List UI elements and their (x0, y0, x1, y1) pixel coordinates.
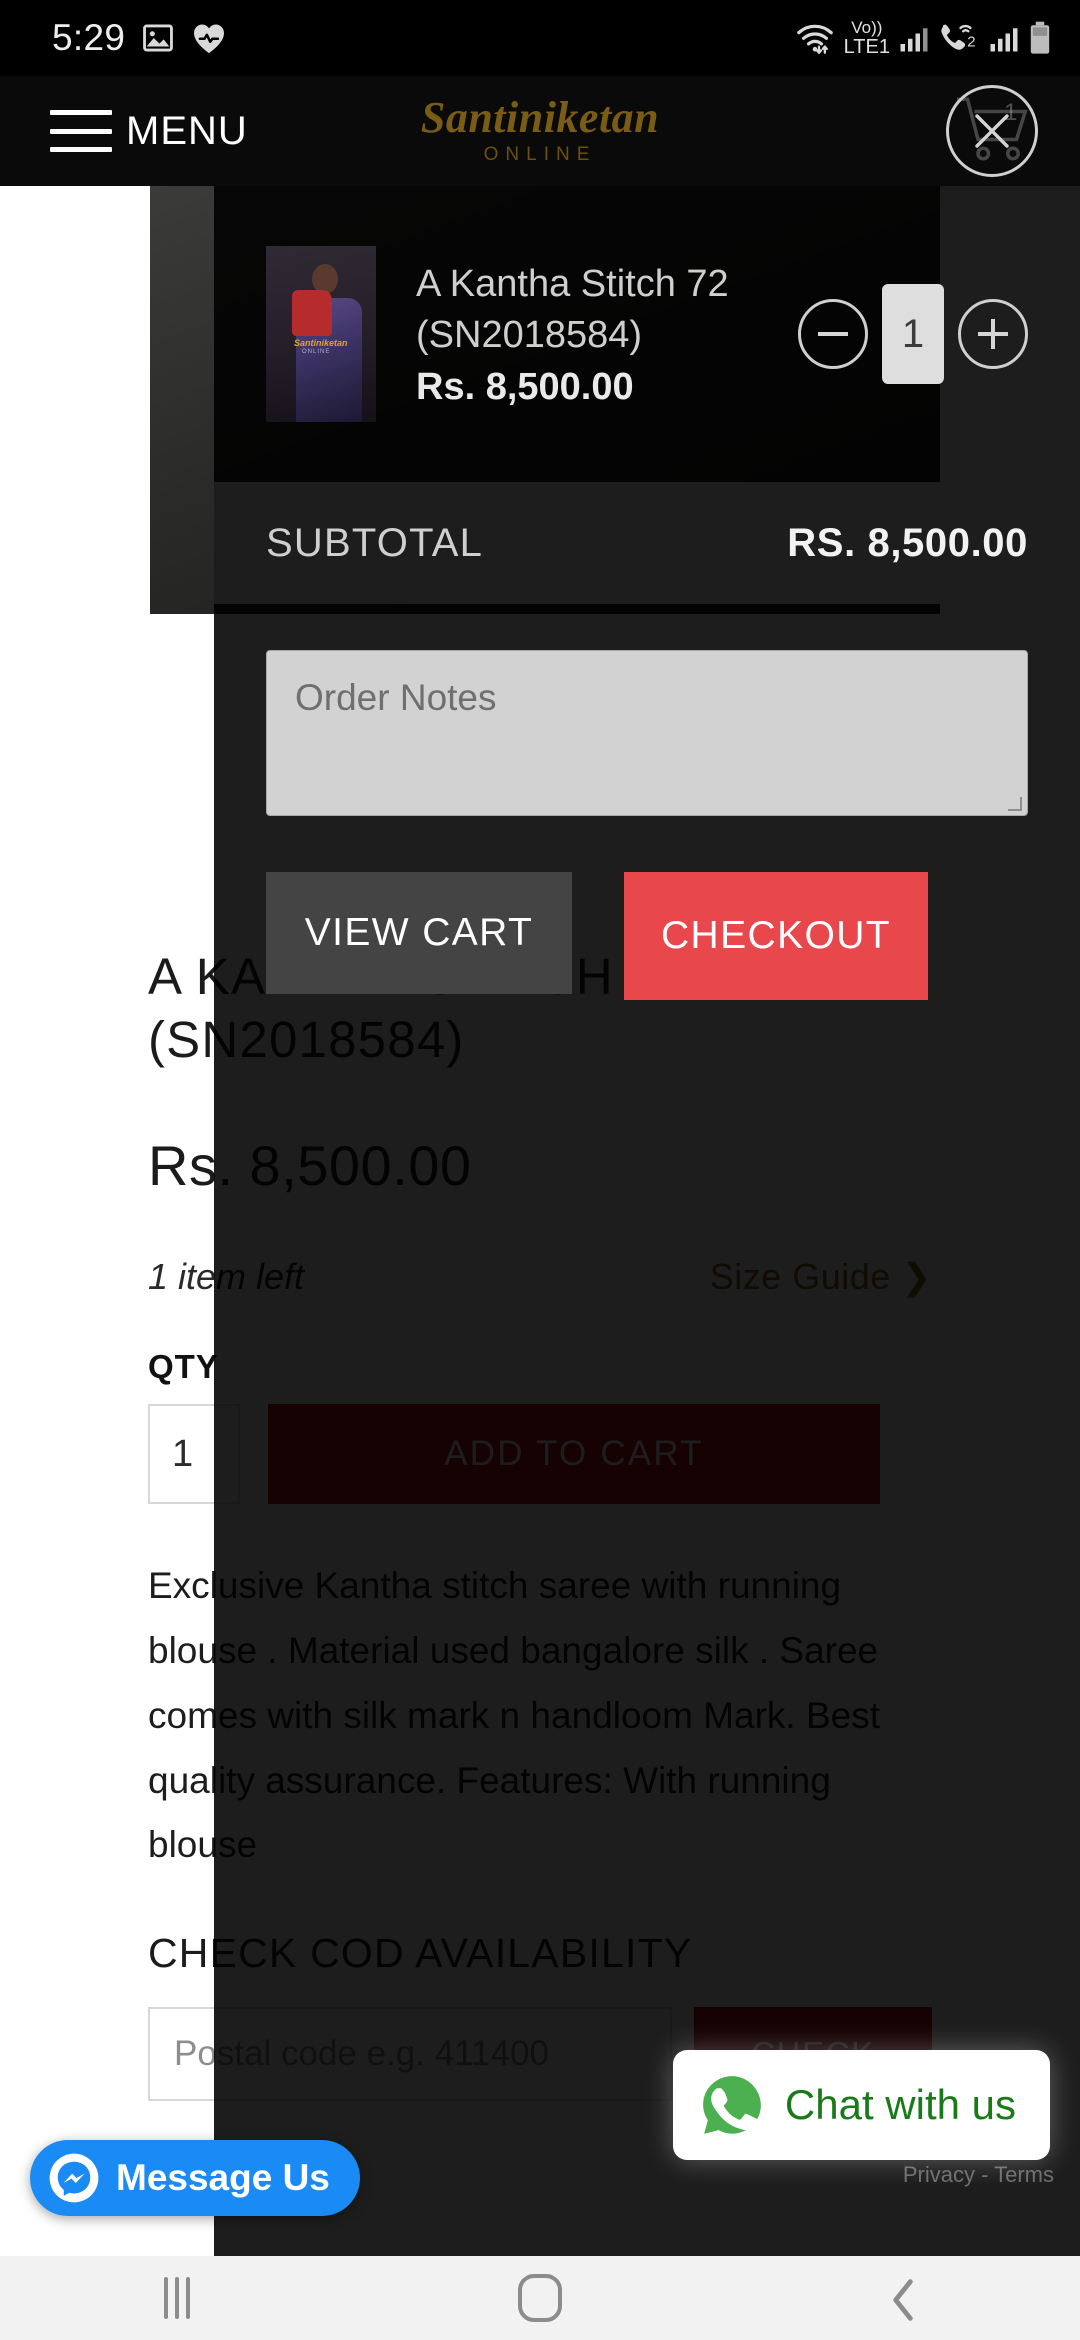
hamburger-icon (50, 110, 112, 152)
quantity-stepper: 1 (798, 284, 1028, 384)
whatsapp-label: Chat with us (784, 2081, 1016, 2128)
vowifi-call-icon: 2 (938, 22, 980, 54)
status-bar-left: 5:29 (52, 17, 227, 59)
whatsapp-icon (699, 2072, 765, 2138)
cart-close-area[interactable]: 1 (944, 83, 1040, 179)
samsung-health-icon (191, 21, 227, 55)
recaptcha-privacy-terms[interactable]: Privacy - Terms (903, 2162, 1054, 2188)
cart-quantity-input[interactable]: 1 (882, 284, 944, 384)
close-cart-button[interactable] (946, 85, 1038, 177)
cart-item-name[interactable]: A Kantha Stitch 72 (SN2018584) (416, 259, 758, 359)
cart-item-info: A Kantha Stitch 72 (SN2018584) Rs. 8,500… (416, 259, 758, 408)
cart-drawer: Santiniketan ONLINE A Kantha Stitch 72 (… (214, 186, 1080, 1000)
status-bar-right: Vo)) LTE1 2 (795, 19, 1052, 57)
messenger-icon (48, 2152, 100, 2204)
wifi-icon (795, 21, 835, 55)
status-time: 5:29 (52, 17, 126, 58)
cart-item-thumbnail[interactable]: Santiniketan ONLINE (266, 246, 376, 422)
messenger-chat-button[interactable]: Message Us (30, 2140, 360, 2216)
cart-item-price: Rs. 8,500.00 (416, 365, 634, 408)
cart-line-item: Santiniketan ONLINE A Kantha Stitch 72 (… (214, 186, 1080, 482)
checkout-button[interactable]: CHECKOUT (624, 872, 928, 1000)
image-icon (141, 21, 175, 55)
increase-quantity-button[interactable] (958, 299, 1028, 369)
volte-icon: Vo)) LTE1 (844, 19, 890, 57)
whatsapp-chat-button[interactable]: Chat with us (672, 2050, 1050, 2160)
subtotal-value: RS. 8,500.00 (787, 520, 1028, 565)
order-notes-input[interactable]: Order Notes (266, 650, 1028, 816)
recents-icon[interactable] (164, 2277, 190, 2319)
logo-sub-text: ONLINE (483, 144, 597, 165)
subtotal-label: SUBTOTAL (266, 520, 484, 565)
sim2-label: 2 (967, 33, 975, 50)
view-cart-button[interactable]: VIEW CART (266, 872, 572, 994)
menu-label: MENU (126, 108, 248, 153)
thumbnail-watermark-sub: ONLINE (302, 349, 331, 355)
volte-bottom: LTE1 (843, 36, 890, 58)
signal-sim2-icon (989, 23, 1019, 53)
messenger-label: Message Us (116, 2157, 330, 2198)
menu-button[interactable]: MENU (0, 109, 248, 154)
drawer-actions: VIEW CART CHECKOUT (214, 872, 1080, 1000)
thumbnail-watermark: Santiniketan (294, 338, 348, 348)
decrease-quantity-button[interactable] (798, 299, 868, 369)
volte-top: Vo)) (851, 18, 883, 37)
battery-icon (1028, 21, 1052, 55)
signal-sim1-icon (899, 23, 929, 53)
home-icon[interactable] (518, 2274, 562, 2322)
phone-screen: 5:29 Vo)) LTE1 2 A Rs. 1 item QTY 1 blou… (0, 0, 1080, 2340)
back-icon[interactable] (890, 2278, 916, 2321)
android-nav-bar (0, 2256, 1080, 2340)
status-bar: 5:29 Vo)) LTE1 2 (0, 0, 1080, 76)
site-header: MENU Santiniketan ONLINE 1 (0, 76, 1080, 186)
resize-handle-icon[interactable] (1008, 797, 1022, 811)
drawer-footer: Order Notes (214, 604, 1080, 816)
subtotal-row: SUBTOTAL RS. 8,500.00 (214, 482, 1080, 604)
logo-main-text: Santiniketan (420, 93, 660, 142)
